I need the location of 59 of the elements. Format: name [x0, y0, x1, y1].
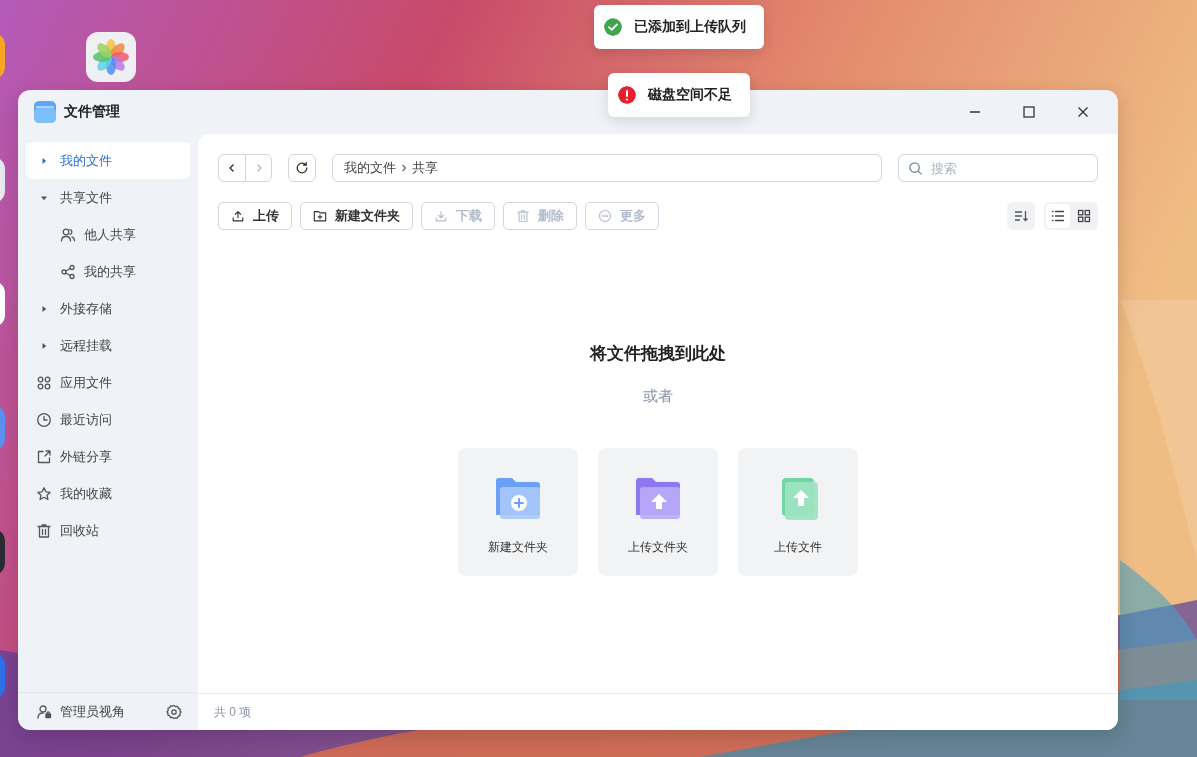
photos-app-icon[interactable] — [86, 32, 136, 82]
sidebar-item[interactable]: 他人共享 — [26, 216, 190, 253]
sort-button[interactable] — [1007, 202, 1035, 230]
sidebar-item[interactable]: 最近访问 — [26, 401, 190, 438]
star-icon — [36, 485, 52, 502]
chevron-left-icon — [227, 163, 237, 173]
empty-state-title: 将文件拖拽到此处 — [590, 343, 726, 365]
refresh-button[interactable] — [288, 154, 316, 182]
share-icon — [60, 263, 76, 280]
more-icon — [598, 209, 612, 223]
sidebar-item[interactable]: 共享文件 — [26, 179, 190, 216]
chevron-right-icon — [400, 164, 408, 172]
check-icon — [604, 18, 622, 36]
toast-message: 已添加到上传队列 — [634, 18, 746, 36]
settings-icon — [166, 703, 182, 720]
sidebar-item[interactable]: 应用文件 — [26, 364, 190, 401]
admin-view-label: 管理员视角 — [60, 702, 126, 721]
clock-icon — [36, 411, 52, 428]
empty-state-subtitle: 或者 — [643, 387, 673, 406]
admin-user-icon — [36, 703, 52, 720]
list-icon — [1051, 209, 1065, 223]
toolbar-button[interactable]: 新建文件夹 — [300, 202, 413, 230]
sidebar-item[interactable]: 外接存储 — [26, 290, 190, 327]
item-count: 共 0 项 — [214, 703, 252, 721]
close-icon — [1077, 106, 1089, 118]
breadcrumb-item[interactable]: 我的文件 — [344, 159, 396, 177]
upload-icon — [231, 209, 245, 223]
sort-icon — [1013, 208, 1029, 224]
search-icon — [908, 161, 923, 176]
window-title: 文件管理 — [64, 103, 121, 121]
list-view-button[interactable] — [1046, 204, 1070, 228]
sidebar-item[interactable]: 远程挂载 — [26, 327, 190, 364]
path-bar[interactable]: 我的文件 共享 — [332, 154, 882, 182]
folder-plus-icon — [313, 209, 327, 223]
grid-icon — [1077, 209, 1091, 223]
folder-icon — [34, 101, 56, 123]
trash-icon — [516, 209, 530, 223]
toast-message: 磁盘空间不足 — [648, 86, 732, 104]
download-icon — [434, 209, 448, 223]
share-out-icon — [36, 448, 52, 465]
sidebar-item[interactable]: 外链分享 — [26, 438, 190, 475]
maximize-icon — [1023, 106, 1035, 118]
users-icon — [60, 226, 76, 243]
sidebar-item[interactable]: 回收站 — [26, 512, 190, 549]
sidebar-item[interactable]: 我的文件 — [26, 142, 190, 179]
sidebar-item[interactable]: 我的收藏 — [26, 475, 190, 512]
action-card[interactable]: 上传文件夹 — [598, 448, 718, 576]
action-card[interactable]: 上传文件 — [738, 448, 858, 576]
sidebar-item[interactable]: 我的共享 — [26, 253, 190, 290]
error-icon — [618, 86, 636, 104]
refresh-icon — [295, 161, 309, 175]
breadcrumb-item[interactable]: 共享 — [412, 159, 438, 177]
search-field[interactable]: 搜索 — [898, 154, 1098, 182]
folder-upload-icon — [634, 476, 682, 521]
trash-icon — [36, 522, 52, 539]
apps-icon — [36, 374, 52, 391]
toolbar-button[interactable]: 上传 — [218, 202, 292, 230]
folder-plus-icon — [494, 476, 542, 521]
action-card[interactable]: 新建文件夹 — [458, 448, 578, 576]
